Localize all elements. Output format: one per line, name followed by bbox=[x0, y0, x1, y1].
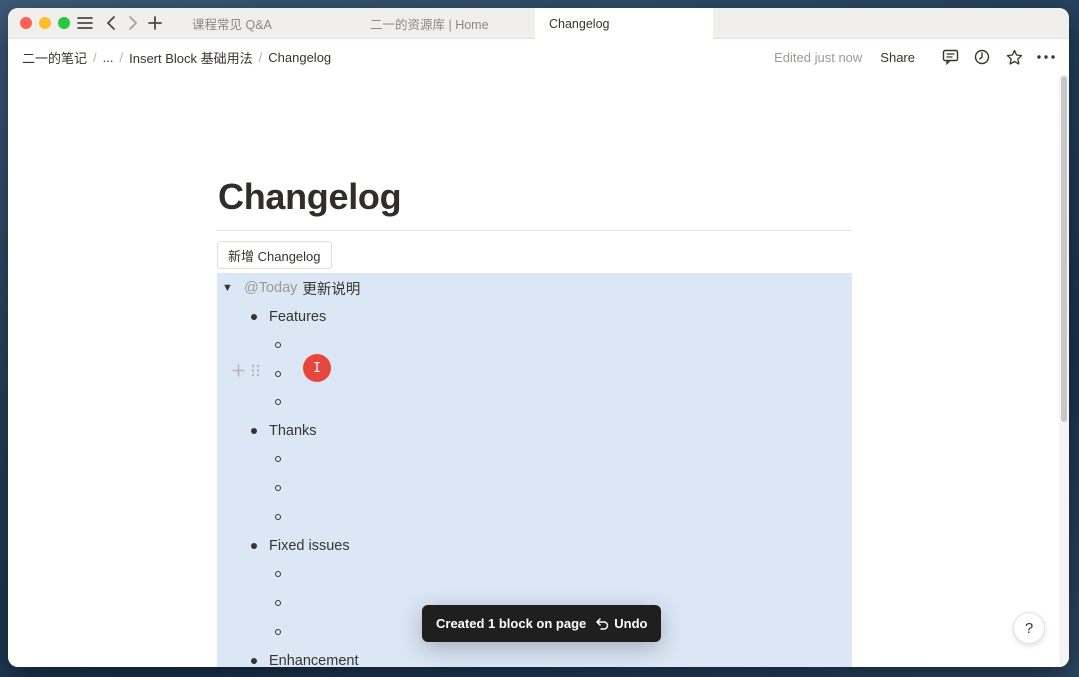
breadcrumb-item-insert-block[interactable]: Insert Block 基础用法 bbox=[129, 48, 253, 67]
empty-sub-item[interactable] bbox=[275, 512, 281, 522]
sub-bullet-icon bbox=[275, 629, 281, 635]
undo-toast: Created 1 block on page Undo bbox=[422, 605, 662, 642]
tab-changelog[interactable]: Changelog bbox=[535, 8, 713, 39]
breadcrumb-separator: / bbox=[119, 49, 124, 65]
sub-bullet-icon bbox=[275, 371, 281, 377]
list-item-fixed-issues[interactable]: Fixed issues bbox=[251, 536, 350, 556]
sub-bullet-icon bbox=[275, 514, 281, 520]
tab-label: Changelog bbox=[549, 16, 610, 31]
sub-bullet-icon bbox=[275, 485, 281, 491]
empty-sub-item[interactable] bbox=[275, 340, 281, 350]
list-item-label[interactable]: Thanks bbox=[269, 423, 317, 439]
back-arrow-icon[interactable] bbox=[100, 12, 122, 34]
close-window-button[interactable] bbox=[20, 17, 32, 29]
toast-message: Created 1 block on page bbox=[436, 616, 587, 631]
empty-sub-item[interactable] bbox=[275, 627, 281, 637]
topbar-actions: Edited just now Share bbox=[774, 39, 1057, 75]
add-block-plus-icon[interactable] bbox=[232, 364, 245, 381]
zoom-window-button[interactable] bbox=[58, 17, 70, 29]
list-item-features[interactable]: Features bbox=[251, 307, 326, 327]
text-cursor-icon: I bbox=[303, 354, 331, 382]
tab-bar: 课程常见 Q&A 二一的资源库 | Home Changelog bbox=[8, 8, 1069, 39]
title-divider bbox=[217, 230, 852, 231]
block-hover-tools bbox=[232, 364, 260, 381]
sub-bullet-icon bbox=[275, 600, 281, 606]
bullet-icon bbox=[251, 658, 257, 664]
empty-sub-item[interactable] bbox=[275, 569, 281, 579]
tab-course-qa[interactable]: 课程常见 Q&A bbox=[178, 8, 356, 39]
list-item-label[interactable]: Enhancement bbox=[269, 653, 358, 667]
toggle-title[interactable]: 更新说明 bbox=[302, 278, 360, 299]
breadcrumb-item-notes[interactable]: 二一的笔记 bbox=[22, 48, 87, 67]
empty-sub-item[interactable] bbox=[275, 598, 281, 608]
breadcrumb-item-ellipsis[interactable]: ... bbox=[103, 50, 114, 65]
bullet-icon bbox=[251, 428, 257, 434]
list-item-enhancement[interactable]: Enhancement bbox=[251, 651, 358, 667]
help-button[interactable]: ? bbox=[1013, 612, 1045, 644]
forward-arrow-icon[interactable] bbox=[122, 12, 144, 34]
sub-bullet-icon bbox=[275, 456, 281, 462]
breadcrumb-separator: / bbox=[258, 49, 263, 65]
sub-bullet-icon bbox=[275, 571, 281, 577]
empty-sub-item[interactable] bbox=[275, 397, 281, 407]
edited-status: Edited just now bbox=[774, 49, 863, 65]
history-clock-icon[interactable] bbox=[971, 46, 993, 68]
drag-handle-icon[interactable] bbox=[251, 364, 260, 381]
more-options-icon[interactable] bbox=[1035, 46, 1057, 68]
tab-label: 课程常见 Q&A bbox=[192, 18, 272, 32]
tab-resource-home[interactable]: 二一的资源库 | Home bbox=[356, 8, 534, 39]
sidebar-menu-icon[interactable] bbox=[74, 12, 96, 34]
scrollbar-thumb[interactable] bbox=[1061, 76, 1067, 422]
breadcrumb: 二一的笔记 / ... / Insert Block 基础用法 / Change… bbox=[22, 39, 331, 75]
undo-label: Undo bbox=[614, 616, 648, 631]
list-item-thanks[interactable]: Thanks bbox=[251, 421, 317, 441]
favorite-star-icon[interactable] bbox=[1003, 46, 1025, 68]
sub-bullet-icon bbox=[275, 399, 281, 405]
new-tab-plus-icon[interactable] bbox=[144, 12, 166, 34]
undo-arrow-icon bbox=[596, 617, 609, 630]
add-changelog-button[interactable]: 新增 Changelog bbox=[217, 241, 332, 269]
empty-sub-item[interactable] bbox=[275, 483, 281, 493]
bullet-icon bbox=[251, 543, 257, 549]
breadcrumb-separator: / bbox=[93, 49, 97, 65]
sub-bullet-icon bbox=[275, 342, 281, 348]
bullet-icon bbox=[251, 314, 257, 320]
tab-label: 二一的资源库 | Home bbox=[370, 18, 489, 32]
page-title[interactable]: Changelog bbox=[218, 176, 402, 218]
list-item-label[interactable]: Features bbox=[269, 309, 326, 325]
toggle-triangle-icon[interactable]: ▼ bbox=[222, 282, 236, 294]
page-topbar: 二一的笔记 / ... / Insert Block 基础用法 / Change… bbox=[8, 39, 1069, 75]
app-window: 课程常见 Q&A 二一的资源库 | Home Changelog 二一的笔记 /… bbox=[8, 8, 1069, 667]
minimize-window-button[interactable] bbox=[39, 17, 51, 29]
share-button[interactable]: Share bbox=[880, 50, 915, 65]
comment-icon[interactable] bbox=[939, 46, 961, 68]
empty-sub-item[interactable] bbox=[275, 369, 281, 379]
empty-sub-item[interactable] bbox=[275, 454, 281, 464]
list-item-label[interactable]: Fixed issues bbox=[269, 538, 350, 554]
toggle-block[interactable]: ▼ @Today 更新说明 bbox=[222, 278, 360, 298]
breadcrumb-item-changelog[interactable]: Changelog bbox=[268, 50, 331, 65]
undo-button[interactable]: Undo bbox=[596, 616, 647, 631]
date-mention[interactable]: @Today bbox=[244, 280, 297, 296]
